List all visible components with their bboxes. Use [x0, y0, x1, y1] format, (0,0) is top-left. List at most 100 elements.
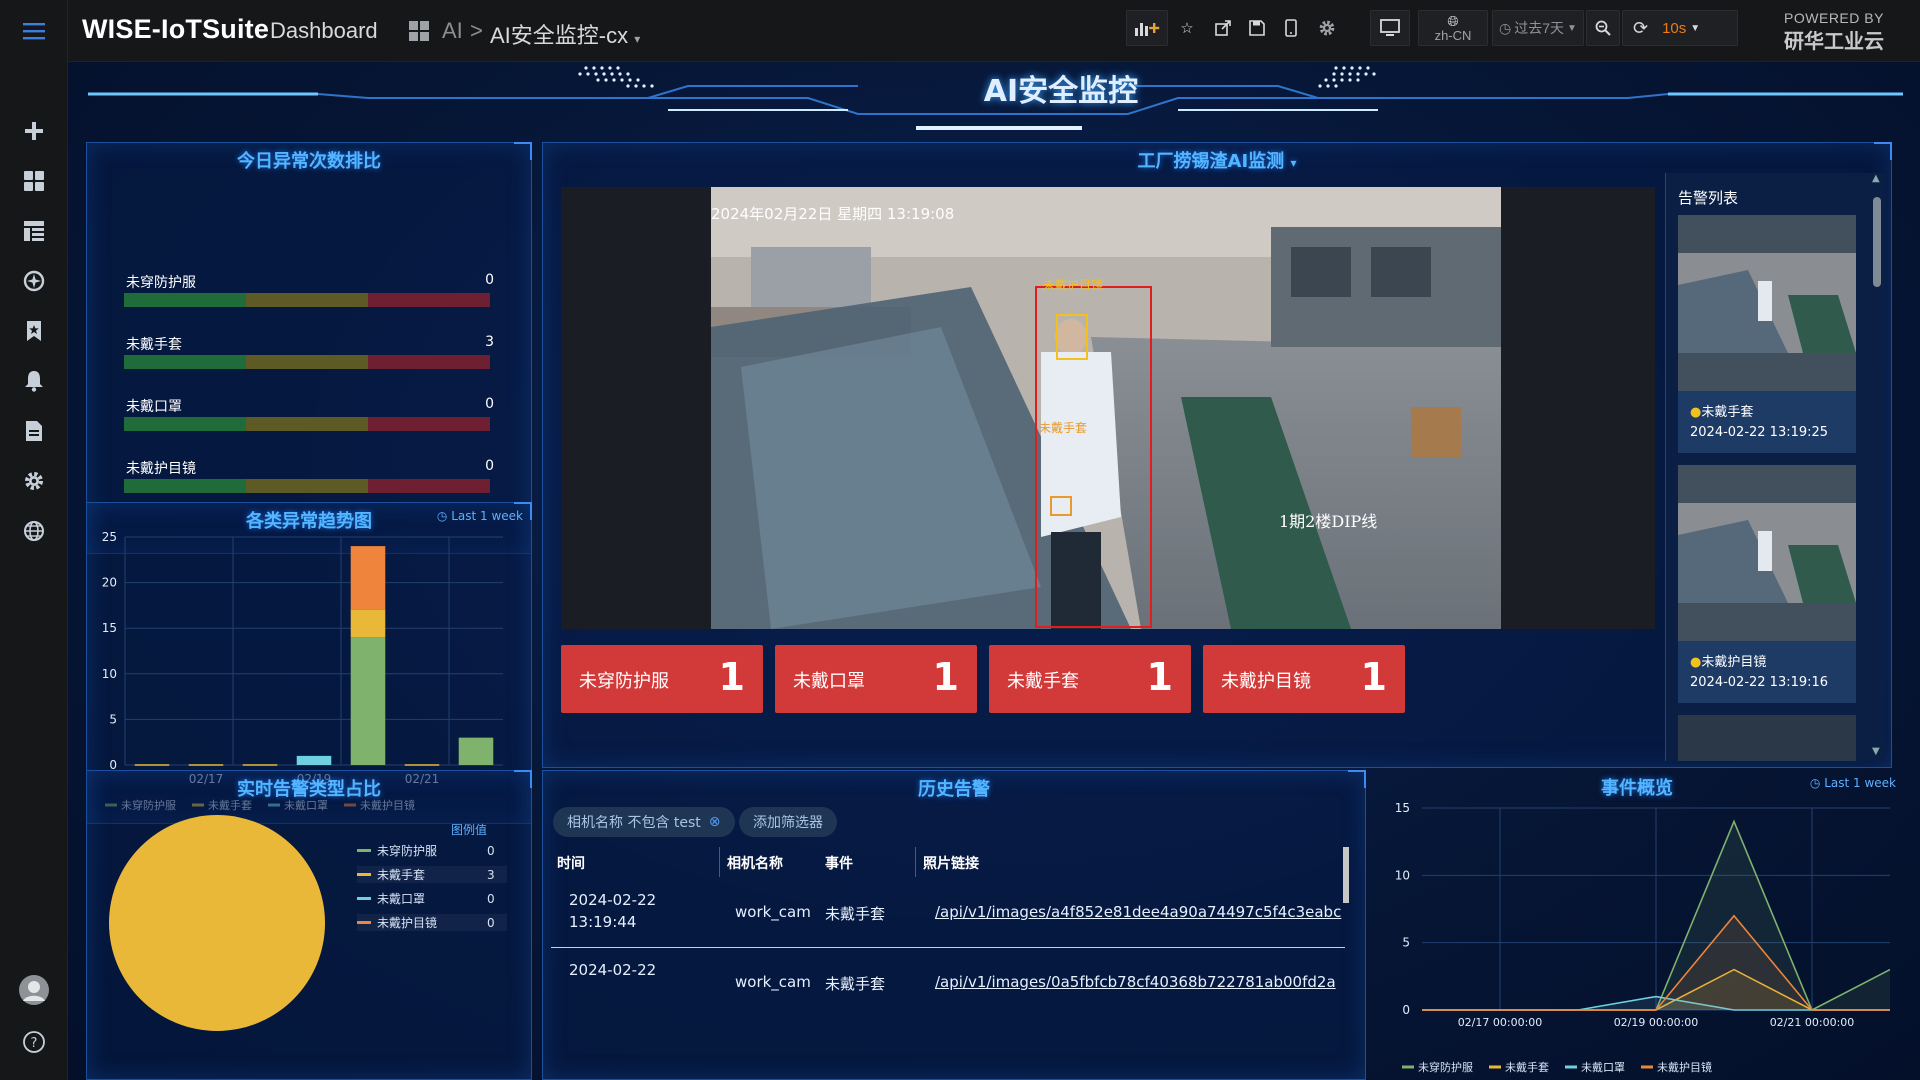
- alert-list-title: 告警列表: [1678, 189, 1739, 207]
- filter-chip[interactable]: 相机名称 不包含 test ⊗: [553, 807, 735, 837]
- row-photo-link[interactable]: /api/v1/images/a4f852e81dee4a90a74497c5f…: [935, 903, 1341, 921]
- ranking-panel-title[interactable]: 今日异常次数排比: [87, 147, 531, 173]
- alert-card[interactable]: ●未戴护目镜 2024-02-22 13:19:16: [1678, 465, 1856, 703]
- alert-card[interactable]: ●未戴手套 2024-02-22 13:19:25: [1678, 215, 1856, 453]
- hamburger-menu-icon[interactable]: [19, 16, 49, 46]
- breadcrumb-dashboard[interactable]: Dashboard: [270, 18, 378, 44]
- y-tick-label: 20: [102, 576, 117, 590]
- tv-mode-monitor-icon[interactable]: [1370, 10, 1410, 46]
- legend-label: 未戴手套: [377, 868, 426, 882]
- mobile-view-icon[interactable]: [1274, 10, 1308, 46]
- star-dashboard-icon[interactable]: ☆: [1170, 10, 1204, 46]
- starred-bookmark-icon[interactable]: [19, 316, 49, 346]
- stat-no-goggles[interactable]: 未戴护目镜 1: [1203, 645, 1405, 713]
- stat-label: 未戴口罩: [793, 671, 865, 692]
- time-range-picker[interactable]: ◷ 过去7天 ▼: [1492, 10, 1584, 46]
- refresh-icon: ⟳: [1633, 17, 1649, 38]
- stat-value: 1: [932, 655, 959, 699]
- legend-label: 未戴护目镜: [1657, 1060, 1712, 1074]
- events-panel: 事件概览 ◷ Last 1 week 0 5 10 15 02/17 00:00:00 0…: [1370, 770, 1904, 1080]
- caret-down-icon: ▼: [1690, 22, 1701, 34]
- legend-swatch: [357, 849, 371, 852]
- scroll-down-icon[interactable]: ▼: [1872, 746, 1880, 757]
- x-tick-label: 02/21 00:00:00: [1770, 1016, 1855, 1029]
- brand-logo[interactable]: WISE-IoTSuite: [82, 14, 269, 45]
- pie-legend-item[interactable]: 未戴手套 3: [357, 866, 507, 883]
- add-panel-button[interactable]: [1126, 10, 1168, 46]
- pie-legend-header[interactable]: 图例值: [451, 821, 487, 838]
- globe-language-icon[interactable]: [19, 516, 49, 546]
- event-overview-area-chart: 0 5 10 15 02/17 00:00:00 02/19 00:00:00 02/21 …: [1395, 801, 1891, 1074]
- row-photo-link[interactable]: /api/v1/images/0a5fbfcb78cf40368b722781a…: [935, 973, 1336, 991]
- breadcrumb-current-dashboard[interactable]: AI安全监控-cx ▾: [490, 18, 640, 50]
- create-plus-icon[interactable]: [19, 116, 49, 146]
- rank-value: 3: [485, 334, 494, 350]
- stat-no-mask[interactable]: 未戴口罩 1: [775, 645, 977, 713]
- alert-list-scrollbar[interactable]: ▲ ▼: [1869, 173, 1885, 761]
- column-header-time[interactable]: 时间: [557, 853, 585, 873]
- zoom-out-icon[interactable]: [1586, 10, 1620, 46]
- column-header-camera[interactable]: 相机名称: [727, 853, 783, 873]
- legend-label: 未戴手套: [1505, 1060, 1549, 1074]
- language-selector[interactable]: 🌐︎ zh-CN: [1418, 10, 1488, 46]
- camera-feed-image: 未戴护目镜 未戴手套 2024年02月22日 星期四 13:19:08 1期2楼…: [711, 187, 1501, 629]
- share-icon[interactable]: [1206, 10, 1240, 46]
- camera-caption-overlay: 1期2楼DIP线: [1279, 512, 1377, 531]
- rank-gauge: [124, 293, 490, 307]
- remove-filter-icon[interactable]: ⊗: [709, 814, 721, 830]
- alert-card[interactable]: [1678, 715, 1856, 761]
- dashboard-settings-gear-icon[interactable]: [1310, 10, 1344, 46]
- x-tick-label: 02/19 00:00:00: [1614, 1016, 1699, 1029]
- help-question-icon[interactable]: ?: [19, 1027, 49, 1057]
- monitor-panel-title[interactable]: 工厂捞锡渣AI监测 ▾: [543, 147, 1891, 173]
- reports-document-icon[interactable]: [19, 416, 49, 446]
- legend-value: 0: [487, 843, 495, 858]
- table-row[interactable]: 2024-02-22 work_cam 未戴手套 /api/v1/images/…: [551, 951, 1345, 1015]
- top-navbar: WISE-IoTSuite Dashboard AI > AI安全监控-cx ▾…: [68, 0, 1920, 62]
- stat-no-gloves[interactable]: 未戴手套 1: [989, 645, 1191, 713]
- column-header-photo-link[interactable]: 照片链接: [923, 853, 979, 873]
- language-label: zh-CN: [1434, 27, 1472, 43]
- y-tick-label: 5: [109, 712, 117, 726]
- add-filter-button[interactable]: 添加筛选器: [739, 807, 837, 837]
- column-divider: [719, 847, 720, 877]
- scrollbar-thumb[interactable]: [1873, 197, 1881, 287]
- stat-value: 1: [1146, 655, 1173, 699]
- stat-label: 未戴手套: [1007, 671, 1079, 692]
- y-tick-label: 25: [102, 530, 117, 544]
- history-panel-title[interactable]: 历史告警: [543, 775, 1365, 801]
- ranking-panel: 今日异常次数排比 未穿防护服 0 未戴手套 3 未戴口罩 0 未戴护目镜 0: [86, 142, 532, 554]
- y-tick-label: 10: [102, 667, 117, 681]
- stat-no-protective-suit[interactable]: 未穿防护服 1: [561, 645, 763, 713]
- rank-value: 0: [485, 396, 494, 412]
- legend-label: 未穿防护服: [377, 844, 438, 858]
- pie-legend-item[interactable]: 未穿防护服 0: [357, 842, 507, 859]
- rank-label: 未穿防护服: [126, 275, 196, 291]
- dashboards-grid-icon[interactable]: [19, 166, 49, 196]
- powered-by-logo: POWERED BY 研华工业云: [1784, 10, 1884, 54]
- video-viewport[interactable]: 未戴护目镜 未戴手套 2024年02月22日 星期四 13:19:08 1期2楼…: [561, 187, 1655, 629]
- save-icon[interactable]: [1240, 10, 1274, 46]
- time-range-label: 过去7天: [1514, 20, 1565, 36]
- alerting-bell-icon[interactable]: [19, 366, 49, 396]
- clock-icon: ◷: [1499, 19, 1512, 36]
- refresh-picker[interactable]: ⟳ 10s ▼: [1622, 10, 1738, 46]
- table-row[interactable]: 2024-02-22 13:19:44 work_cam 未戴手套 /api/v…: [551, 883, 1345, 947]
- filter-chip-label: 相机名称 不包含 test: [567, 815, 701, 831]
- settings-gear-icon[interactable]: [19, 466, 49, 496]
- bar-segment: [350, 546, 386, 610]
- legend-swatch: [357, 897, 371, 900]
- column-divider: [915, 847, 916, 877]
- user-avatar[interactable]: [19, 975, 49, 1005]
- alert-event-text: 未戴护目镜: [1701, 655, 1767, 670]
- pie-legend-item[interactable]: 未戴口罩 0: [357, 890, 507, 907]
- powered-by-text: POWERED BY: [1784, 10, 1884, 26]
- explore-compass-icon[interactable]: [19, 266, 49, 296]
- breadcrumb-folder-ai[interactable]: AI: [442, 18, 463, 44]
- column-header-event[interactable]: 事件: [825, 853, 853, 873]
- playlist-icon[interactable]: [19, 216, 49, 246]
- stat-label: 未穿防护服: [579, 671, 669, 692]
- scroll-up-icon[interactable]: ▲: [1872, 173, 1880, 184]
- pie-legend-item[interactable]: 未戴护目镜 0: [357, 914, 507, 931]
- alert-time: 2024-02-22 13:19:16: [1690, 675, 1829, 690]
